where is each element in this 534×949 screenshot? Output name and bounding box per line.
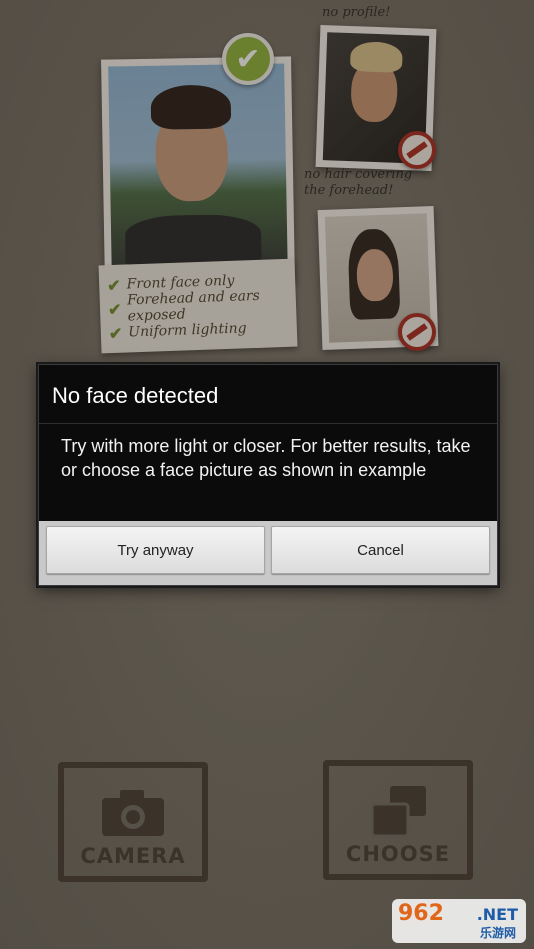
site-watermark-logo: 962 .NET 乐游网: [392, 899, 526, 943]
no-face-dialog: No face detected Try with more light or …: [38, 364, 498, 586]
try-anyway-button[interactable]: Try anyway: [46, 526, 265, 574]
dialog-message: Try with more light or closer. For bette…: [61, 436, 471, 480]
dialog-title: No face detected: [39, 365, 497, 424]
dialog-button-bar: Try anyway Cancel: [39, 521, 497, 585]
cancel-button[interactable]: Cancel: [271, 526, 490, 574]
